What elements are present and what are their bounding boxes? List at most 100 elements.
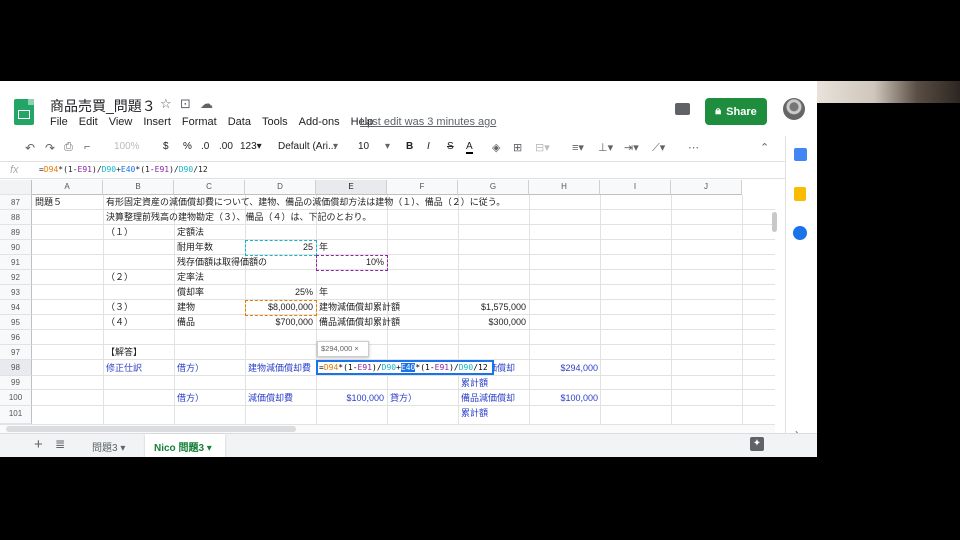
- decrease-decimal-button[interactable]: .0: [201, 141, 209, 152]
- cell-b95[interactable]: （４）: [106, 315, 133, 329]
- comment-history-icon[interactable]: [675, 103, 690, 115]
- paint-format-icon[interactable]: ⌐: [84, 141, 90, 153]
- undo-icon[interactable]: ↶: [25, 141, 35, 155]
- column-header-g[interactable]: G: [458, 180, 529, 195]
- row-header-95[interactable]: 95: [0, 315, 32, 330]
- cell-e95[interactable]: 備品減価償却累計額: [319, 315, 400, 329]
- horizontal-scrollbar[interactable]: [0, 424, 775, 433]
- cell-d90[interactable]: 25: [245, 240, 313, 254]
- fill-color-icon[interactable]: ◈: [492, 141, 500, 154]
- menu-file[interactable]: File: [50, 116, 68, 128]
- chevron-down-icon[interactable]: ▾: [333, 141, 338, 152]
- cell-c98[interactable]: 借方）: [177, 361, 204, 375]
- cell-b89[interactable]: （１）: [106, 225, 133, 239]
- percent-button[interactable]: %: [183, 141, 192, 152]
- redo-icon[interactable]: ↷: [45, 141, 55, 155]
- cell-e94[interactable]: 建物減価償却累計額: [319, 300, 400, 314]
- text-wrap-icon[interactable]: ⇥▾: [624, 141, 639, 154]
- column-header-d[interactable]: D: [245, 180, 316, 195]
- row-header-89[interactable]: 89: [0, 225, 32, 240]
- column-header-i[interactable]: I: [600, 180, 671, 195]
- formula-input[interactable]: =D94*(1-E91)/D90+E40*(1-E91)/D90/12: [39, 165, 208, 174]
- share-button[interactable]: 🔒︎ Share: [705, 98, 767, 125]
- row-header-91[interactable]: 91: [0, 255, 32, 270]
- row-header-87[interactable]: 87: [0, 195, 32, 210]
- menu-view[interactable]: View: [109, 116, 133, 128]
- cell-d94[interactable]: $8,000,000: [245, 300, 313, 314]
- sheet-tab-problem3[interactable]: 問題3 ▾: [92, 439, 125, 454]
- cell-c92[interactable]: 定率法: [177, 270, 204, 284]
- select-all-corner[interactable]: [0, 180, 32, 195]
- keep-icon[interactable]: [794, 187, 806, 201]
- cell-c90[interactable]: 耐用年数: [177, 240, 213, 254]
- cell-g100[interactable]: 備品減価償却: [461, 391, 515, 405]
- row-header-99[interactable]: 99: [0, 376, 32, 390]
- bold-button[interactable]: B: [406, 141, 413, 152]
- row-header-94[interactable]: 94: [0, 300, 32, 315]
- cell-c95[interactable]: 備品: [177, 315, 195, 329]
- row-header-88[interactable]: 88: [0, 210, 32, 225]
- column-header-e[interactable]: E: [316, 180, 387, 195]
- row-header-93[interactable]: 93: [0, 285, 32, 300]
- cell-g94[interactable]: $1,575,000: [458, 300, 526, 314]
- cell-c94[interactable]: 建物: [177, 300, 195, 314]
- font-select[interactable]: Default (Ari...: [278, 141, 336, 152]
- horizontal-scroll-thumb[interactable]: [6, 426, 296, 432]
- cell-b97[interactable]: 【解答】: [106, 345, 142, 359]
- row-header-97[interactable]: 97: [0, 345, 32, 360]
- all-sheets-icon[interactable]: ≣: [55, 437, 65, 451]
- menu-insert[interactable]: Insert: [143, 116, 171, 128]
- cell-d100[interactable]: 減価償却費: [248, 391, 293, 405]
- avatar[interactable]: [783, 98, 805, 120]
- merge-cells-icon[interactable]: ⊟▾: [535, 141, 550, 154]
- row-header-96[interactable]: 96: [0, 330, 32, 345]
- cell-e91[interactable]: 10%: [316, 255, 384, 269]
- cell-e90[interactable]: 年: [319, 240, 328, 254]
- cell-e98-editor[interactable]: =D94*(1-E91)/D90+E40*(1-E91)/D90/12: [316, 360, 494, 375]
- zoom-select[interactable]: 100%: [114, 141, 140, 152]
- menu-format[interactable]: Format: [182, 116, 217, 128]
- explore-icon[interactable]: ✦: [750, 437, 764, 451]
- column-header-a[interactable]: A: [32, 180, 103, 195]
- row-header-100[interactable]: 100: [0, 390, 32, 406]
- menu-addons[interactable]: Add-ons: [299, 116, 340, 128]
- horizontal-align-icon[interactable]: ≡▾: [572, 141, 584, 154]
- more-icon[interactable]: ⋯: [688, 141, 699, 154]
- cell-b87[interactable]: 有形固定資産の減価償却費について、建物、備品の減価償却方法は建物（１）、備品（２…: [106, 195, 505, 209]
- cell-g101[interactable]: 累計額: [461, 406, 488, 420]
- cell-d95[interactable]: $700,000: [245, 315, 313, 329]
- cell-b92[interactable]: （２）: [106, 270, 133, 284]
- vertical-scrollbar[interactable]: [771, 196, 778, 431]
- cell-f100[interactable]: 貸方）: [390, 391, 417, 405]
- cell-d93[interactable]: 25%: [245, 285, 313, 299]
- text-color-button[interactable]: A: [466, 141, 473, 154]
- vertical-scroll-thumb[interactable]: [772, 212, 777, 232]
- column-header-c[interactable]: C: [174, 180, 245, 195]
- menu-tools[interactable]: Tools: [262, 116, 288, 128]
- star-icon[interactable]: ☆: [160, 96, 172, 112]
- chevron-down-icon[interactable]: ▾: [385, 141, 390, 152]
- cell-c93[interactable]: 償却率: [177, 285, 204, 299]
- cell-b94[interactable]: （３）: [106, 300, 133, 314]
- cell-g95[interactable]: $300,000: [458, 315, 526, 329]
- vertical-align-icon[interactable]: ⊥▾: [598, 141, 613, 154]
- print-icon[interactable]: ⎙: [64, 141, 73, 154]
- spreadsheet-grid[interactable]: A B C D E F G H I J 87 88 89 90 91 92 93…: [0, 180, 785, 424]
- cell-c91[interactable]: 残存価額は取得価額の: [177, 255, 267, 269]
- column-header-h[interactable]: H: [529, 180, 600, 195]
- cloud-status-icon[interactable]: ☁: [200, 96, 213, 112]
- cell-c89[interactable]: 定額法: [177, 225, 204, 239]
- tasks-icon[interactable]: [793, 226, 807, 240]
- cell-b88[interactable]: 決算整理前残高の建物勘定（３）、備品（４）は、下記のとおり。: [106, 210, 371, 224]
- last-edit-link[interactable]: Last edit was 3 minutes ago: [360, 116, 496, 128]
- sheets-logo-icon[interactable]: [14, 99, 34, 125]
- cell-h100[interactable]: $100,000: [529, 391, 598, 405]
- cell-g99[interactable]: 累計額: [461, 376, 488, 390]
- text-rotate-icon[interactable]: ⟋▾: [652, 141, 665, 155]
- cell-d98[interactable]: 建物減価償却費: [248, 361, 311, 375]
- move-folder-icon[interactable]: ⊡: [180, 96, 191, 112]
- calendar-icon[interactable]: [794, 148, 807, 161]
- cell-c100[interactable]: 借方）: [177, 391, 204, 405]
- row-header-92[interactable]: 92: [0, 270, 32, 285]
- more-formats-button[interactable]: 123▾: [240, 141, 262, 152]
